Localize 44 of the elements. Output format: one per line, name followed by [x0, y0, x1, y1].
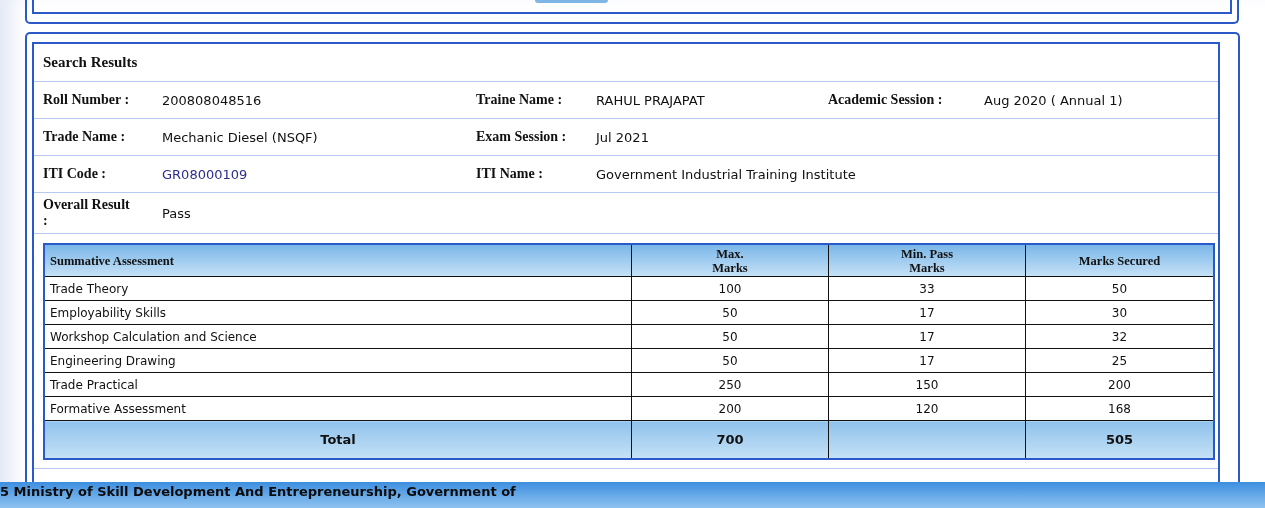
field-label: ITI Name :: [476, 166, 544, 182]
field-label: ITI Code :: [43, 166, 107, 182]
field-label: Exam Session :: [476, 129, 568, 145]
total-cell: Total: [44, 420, 632, 459]
field-label: Academic Session :: [828, 92, 944, 108]
table-cell: Formative Assessment: [44, 396, 632, 421]
table-cell: 100: [631, 276, 829, 301]
field-value: Aug 2020 ( Annual 1): [984, 92, 1123, 108]
column-header: Min. Pass Marks: [828, 244, 1026, 277]
total-cell: 700: [631, 420, 829, 459]
field-value: GR08000109: [162, 166, 249, 182]
field-value: Government Industrial Training Institute: [596, 166, 856, 182]
table-cell: Trade Practical: [44, 372, 632, 397]
table-cell: 150: [828, 372, 1026, 397]
column-header: Marks Secured: [1025, 244, 1214, 277]
table-cell: 50: [631, 300, 829, 325]
table-cell: Employability Skills: [44, 300, 632, 325]
field-value: 200808048516: [162, 92, 263, 108]
table-cell: 17: [828, 348, 1026, 373]
field-label: Trade Name :: [43, 129, 127, 145]
total-cell: 505: [1025, 420, 1214, 459]
action-button[interactable]: [535, 0, 608, 3]
field-label: Overall Result :: [43, 197, 131, 229]
table-cell: Workshop Calculation and Science: [44, 324, 632, 349]
table-cell: 50: [631, 348, 829, 373]
field-label: Roll Number :: [43, 92, 131, 108]
column-header: Summative Assessment: [44, 244, 632, 277]
table-cell: 17: [828, 324, 1026, 349]
table-cell: 50: [631, 324, 829, 349]
field-value: Mechanic Diesel (NSQF): [162, 129, 319, 145]
table-cell: Trade Theory: [44, 276, 632, 301]
field-label: Traine Name :: [476, 92, 564, 108]
copyright-text: 5 Ministry of Skill Development And Entrepreneurship, Government of: [0, 484, 516, 499]
table-cell: 17: [828, 300, 1026, 325]
table-cell: Engineering Drawing: [44, 348, 632, 373]
table-cell: 200: [631, 396, 829, 421]
field-value: RAHUL PRAJAPAT: [596, 92, 706, 108]
column-header: Max. Marks: [631, 244, 829, 277]
field-value: Jul 2021: [596, 129, 650, 145]
table-cell: 33: [828, 276, 1026, 301]
table-cell: 250: [631, 372, 829, 397]
field-value: Pass: [162, 205, 192, 221]
table-cell: 120: [828, 396, 1026, 421]
section-title: Search Results: [43, 54, 138, 71]
